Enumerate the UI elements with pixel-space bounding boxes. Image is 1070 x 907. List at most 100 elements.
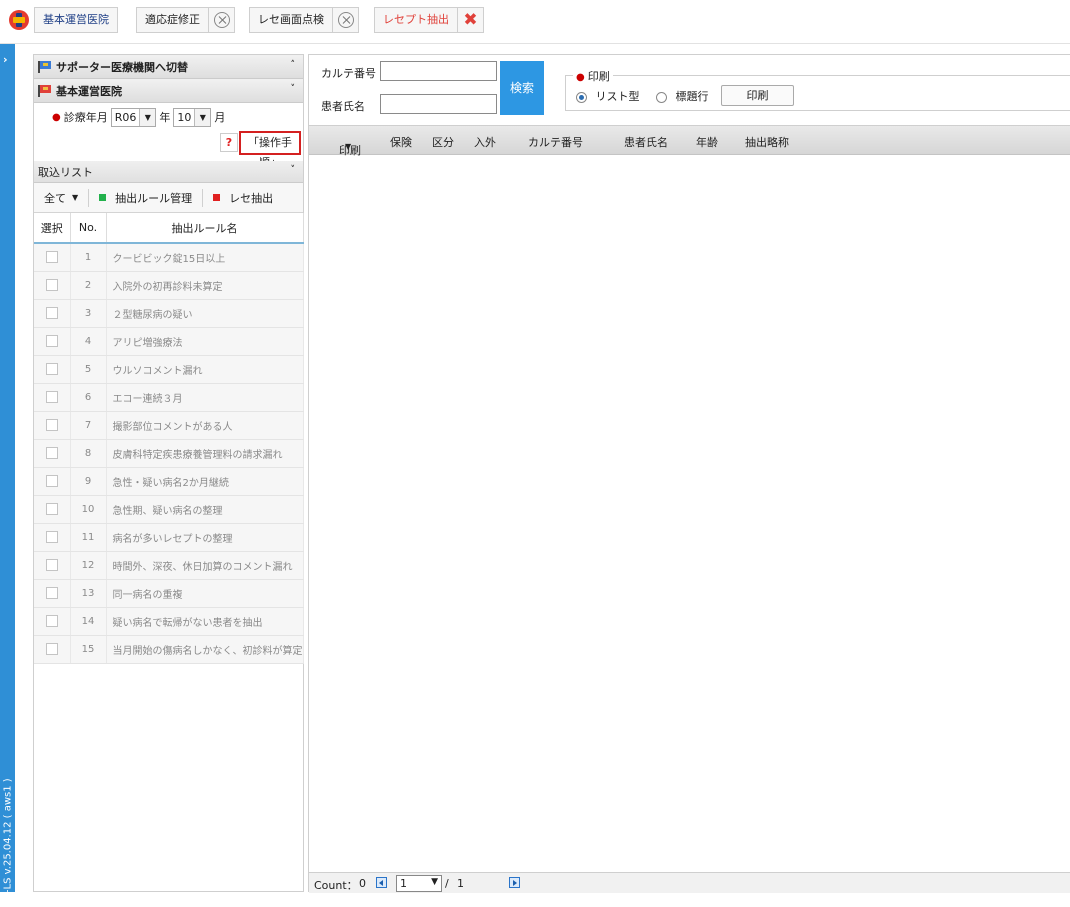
rule-select-cell [34, 383, 71, 412]
close-check-tab-button[interactable] [332, 8, 358, 32]
hospital-button[interactable]: 基本運営医院 [34, 7, 118, 33]
patient-name-label: 患者氏名 [321, 100, 365, 113]
rule-checkbox[interactable] [45, 615, 58, 627]
patient-name-input[interactable] [380, 94, 497, 114]
caret-down-icon: ▼ [345, 142, 352, 151]
col-select[interactable]: 選択 [34, 213, 71, 244]
rule-row[interactable]: 11 病名が多いレセプトの整理 [34, 523, 304, 552]
chevron-down-icon[interactable]: ˅ [291, 165, 296, 175]
rule-row[interactable]: 6 エコー連続３月 [34, 383, 304, 412]
filter-all-label: 全て [44, 191, 66, 205]
chevron-down-icon[interactable]: ˅ [291, 84, 296, 94]
col-patient[interactable]: 患者氏名 [624, 134, 668, 150]
col-category[interactable]: 区分 [432, 134, 454, 150]
blue-flag-icon [38, 60, 52, 73]
rece-check-label: レセ画面点検 [258, 13, 324, 26]
rule-checkbox[interactable] [45, 363, 58, 375]
rule-row[interactable]: 8 皮膚科特定疾患療養管理料の請求漏れ [34, 439, 304, 468]
rule-row[interactable]: 9 急性・疑い病名2か月継続 [34, 467, 304, 496]
filter-all-dropdown[interactable]: 全て ▼ [34, 188, 88, 208]
diagnosis-month-row: ● 診療年月 R06 ▼ 年 10 ▼ 月 [34, 103, 303, 131]
col-karte[interactable]: カルテ番号 [528, 134, 583, 150]
rule-no: 11 [70, 523, 107, 552]
rule-checkbox[interactable] [45, 391, 58, 403]
close-extract-tab-button[interactable]: ✖ [457, 8, 483, 32]
close-circle-icon [213, 12, 230, 28]
rule-checkbox[interactable] [45, 251, 58, 264]
rule-checkbox[interactable] [45, 307, 58, 319]
rule-select-cell [34, 579, 71, 608]
prev-page-icon[interactable] [376, 877, 387, 888]
close-fix-tab-button[interactable] [208, 8, 234, 32]
karte-number-input[interactable] [380, 61, 497, 81]
rule-select-cell [34, 411, 71, 440]
rule-row[interactable]: 3 ２型糖尿病の疑い [34, 299, 304, 328]
rule-row[interactable]: 2 入院外の初再診料未算定 [34, 271, 304, 300]
rule-checkbox[interactable] [45, 531, 58, 543]
chevron-down-icon: ▼ [431, 877, 438, 887]
col-abbr[interactable]: 抽出略称 [745, 134, 789, 150]
radio-list-option[interactable]: リスト型 [576, 88, 640, 104]
col-insurance[interactable]: 保険 [390, 134, 412, 150]
rece-extract-button[interactable]: レセ抽出 [203, 188, 283, 208]
rule-row[interactable]: 15当月開始の傷病名しかなく、初診料が算定されて [34, 635, 304, 664]
col-inout[interactable]: 入外 [474, 134, 496, 150]
rule-no: 1 [70, 243, 107, 272]
rule-row[interactable]: 5 ウルソコメント漏れ [34, 355, 304, 384]
rule-row[interactable]: 14 疑い病名で転帰がない患者を抽出 [34, 607, 304, 636]
collapse-up-icon[interactable]: ˄ [291, 60, 296, 70]
rule-row[interactable]: 7 撮影部位コメントがある人 [34, 411, 304, 440]
close-x-icon: ✖ [463, 10, 478, 30]
col-no[interactable]: No. [70, 213, 107, 244]
supporter-switch-header[interactable]: サポーター医療機関へ切替 ˄ [34, 55, 303, 79]
rule-name: 時間外、深夜、休日加算のコメント漏れ [106, 551, 304, 580]
rule-name: ２型糖尿病の疑い [106, 299, 304, 328]
rule-checkbox[interactable] [45, 559, 58, 571]
col-rule-name[interactable]: 抽出ルール名 [106, 213, 304, 244]
help-icon[interactable]: ? [220, 133, 238, 152]
month-select[interactable]: 10 ▼ [173, 107, 212, 127]
left-panel: サポーター医療機関へ切替 ˄ 基本運営医院 ˅ ● 診療年月 R06 ▼ 年 1… [33, 54, 304, 892]
diagnosis-month-label: 診療年月 [63, 111, 108, 124]
rule-checkbox[interactable] [45, 503, 58, 515]
col-age[interactable]: 年齢 [696, 134, 718, 150]
import-list-header[interactable]: 取込リスト ˅ [34, 161, 303, 183]
rule-checkbox[interactable] [45, 475, 58, 487]
radio-title-icon[interactable] [656, 91, 667, 103]
rule-checkbox[interactable] [45, 419, 58, 431]
rule-checkbox[interactable] [45, 335, 58, 347]
rule-row[interactable]: 12 時間外、深夜、休日加算のコメント漏れ [34, 551, 304, 580]
caret-down-icon: ▼ [72, 193, 79, 202]
rule-checkbox[interactable] [45, 643, 58, 655]
search-button[interactable]: 検索 [500, 61, 544, 115]
rule-select-cell [34, 327, 71, 356]
radio-list-icon[interactable] [576, 91, 587, 103]
expand-chevron-icon[interactable]: › [3, 53, 8, 66]
rule-row[interactable]: 4 アリピ増強療法 [34, 327, 304, 356]
rule-checkbox[interactable] [45, 587, 58, 599]
rule-name: ウルソコメント漏れ [106, 355, 304, 384]
next-page-icon[interactable] [509, 877, 520, 888]
hospital-header[interactable]: 基本運営医院 ˅ [34, 79, 303, 103]
rece-check-button[interactable]: レセ画面点検 [249, 7, 359, 33]
rule-no: 5 [70, 355, 107, 384]
receipt-extract-button[interactable]: レセプト抽出 ✖ [374, 7, 484, 33]
fix-indication-button[interactable]: 適応症修正 [136, 7, 235, 33]
rule-row[interactable]: 1 クービビック錠15日以上 [34, 243, 304, 272]
rule-checkbox[interactable] [45, 447, 58, 459]
rule-checkbox[interactable] [45, 279, 58, 291]
count-value: 0 [359, 877, 366, 890]
radio-title-label: 標題行 [675, 90, 709, 103]
rule-no: 15 [70, 635, 107, 664]
rule-manage-button[interactable]: 抽出ルール管理 [89, 188, 202, 208]
rule-no: 4 [70, 327, 107, 356]
result-grid-header: 印刷 ▼ 保険 区分 入外 カルテ番号 患者氏名 年齢 抽出略称 [309, 125, 1070, 157]
page-select[interactable]: 1 ▼ [396, 875, 442, 892]
operation-manual-link[interactable]: 「操作手順」 [239, 131, 301, 169]
rule-row[interactable]: 10 急性期、疑い病名の整理 [34, 495, 304, 524]
era-select[interactable]: R06 ▼ [110, 107, 157, 127]
print-button[interactable]: 印刷 [721, 85, 794, 106]
radio-title-option[interactable]: 標題行 [656, 88, 709, 104]
rule-row[interactable]: 13 同一病名の重複 [34, 579, 304, 608]
page-slash: / [445, 877, 449, 890]
